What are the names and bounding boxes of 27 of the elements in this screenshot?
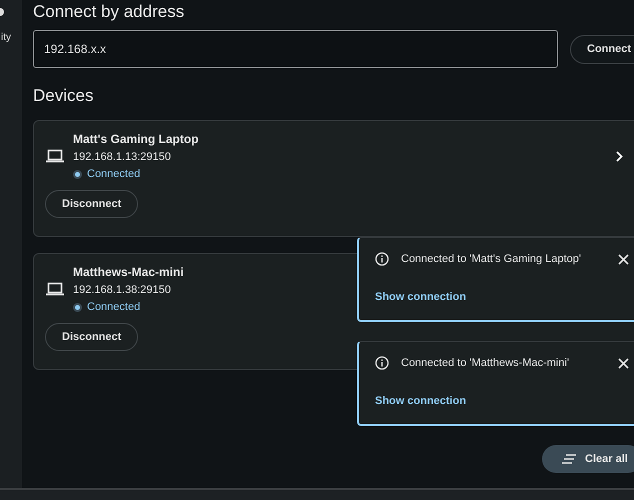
status-label: Connected [87,168,140,180]
notification-message: Connected to 'Matthews-Mac-mini' [401,357,570,369]
laptop-icon [46,149,64,163]
address-field[interactable]: 192.168.x.x [33,30,558,68]
clear-all-icon [562,454,576,464]
device-card[interactable]: Matt's Gaming Laptop 192.168.1.13:29150 Connected Disconnect [33,120,634,237]
close-icon[interactable] [618,254,629,264]
clear-all-button[interactable]: Clear all [542,445,634,473]
notification-message: Connected to 'Matt's Gaming Laptop' [401,253,582,265]
sidebar-item[interactable]: ity [0,32,11,43]
device-name: Matthews-Mac-mini [73,265,185,279]
laptop-icon [46,282,64,296]
close-icon[interactable] [618,358,629,368]
disconnect-button[interactable]: Disconnect [45,190,138,218]
section-heading: Devices [33,86,94,106]
disconnect-button[interactable]: Disconnect [45,323,138,351]
device-address: 192.168.1.38:29150 [73,284,172,296]
chevron-right-icon[interactable] [616,150,623,162]
section-heading: Connect by address [33,2,186,22]
status-label: Connected [87,301,140,313]
device-address: 192.168.1.13:29150 [73,151,172,163]
info-icon [375,252,389,266]
show-connection-link[interactable]: Show connection [375,395,466,407]
device-name: Matt's Gaming Laptop [73,132,200,146]
info-icon [375,356,389,370]
connect-button[interactable]: Connect [570,34,634,64]
show-connection-link[interactable]: Show connection [375,291,466,303]
